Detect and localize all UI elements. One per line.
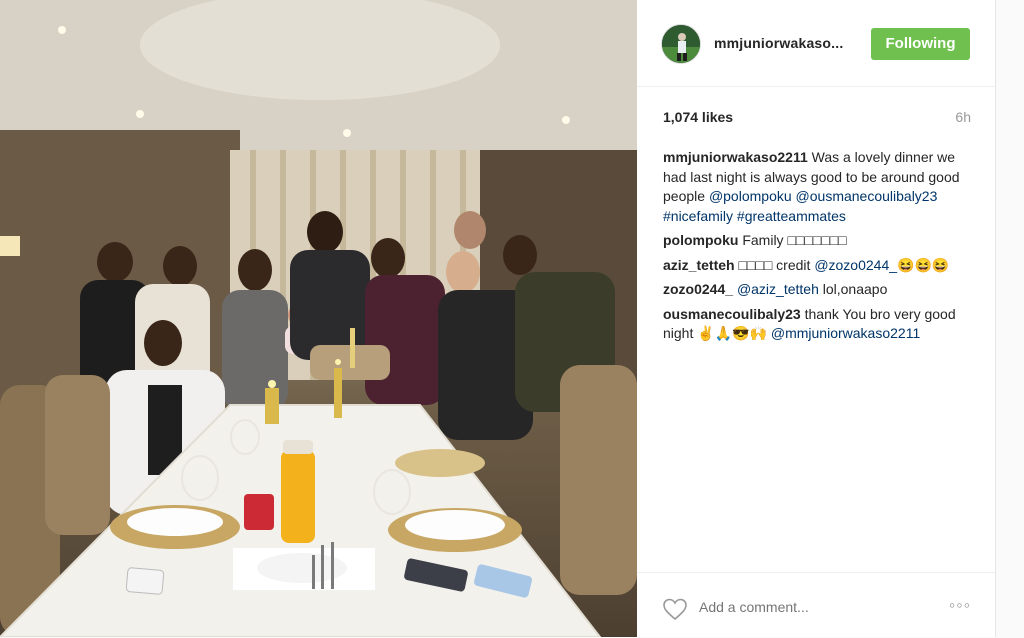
comment-caption: mmjuniorwakaso2211 Was a lovely dinner w… [663,148,975,226]
hashtag-link[interactable]: #greatteammates [737,208,846,224]
comment-text: □□□□ credit [734,256,815,273]
mention-link[interactable]: @ousmanecoulibaly23 [796,188,938,204]
post-side-panel: mmjuniorwakaso... Following 1,074 likes … [637,0,996,637]
comment-item: ousmanecoulibaly23 thank You bro very go… [663,305,975,344]
comment-user[interactable]: ousmanecoulibaly23 [663,306,801,322]
comment-user[interactable]: polompoku [663,232,738,248]
post-header: mmjuniorwakaso... Following [637,0,995,87]
dinner-photo-illustration [0,0,637,637]
comment-item: aziz_tetteh □□□□ credit @zozo0244_😆😆😆 [663,256,975,276]
post-username[interactable]: mmjuniorwakaso... [714,35,843,51]
page-background-margin [996,0,1024,637]
comment-text-tail: lol,onaapo [818,281,888,297]
hashtag-link[interactable]: #nicefamily [663,208,733,224]
comment-item: zozo0244_ @aziz_tetteh lol,onaapo [663,280,975,300]
post-time[interactable]: 6h [955,109,971,125]
avatar[interactable] [661,24,701,64]
heart-icon[interactable] [662,597,688,621]
mention-link[interactable]: @mmjuniorwakaso2211 [771,325,920,341]
mention-link[interactable]: @aziz_tetteh [737,281,819,297]
comment-user[interactable]: zozo0244_ [663,281,733,297]
comment-user[interactable]: mmjuniorwakaso2211 [663,149,808,165]
comment-text: Family □□□□□□□ [738,232,847,248]
post-photo[interactable] [0,0,637,637]
post-footer: ◦◦◦ [637,572,995,638]
following-button[interactable]: Following [871,28,970,60]
comment-item: polompoku Family □□□□□□□ [663,231,975,251]
add-comment-input[interactable] [699,599,899,615]
comment-user[interactable]: aziz_tetteh [663,257,735,273]
more-options-icon[interactable]: ◦◦◦ [949,595,971,616]
mention-link[interactable]: @polompoku [709,188,792,204]
comments-list: mmjuniorwakaso2211 Was a lovely dinner w… [663,148,975,349]
comment-emoji: 😆😆😆 [897,256,950,273]
avatar-image [662,25,700,63]
mention-link[interactable]: @zozo0244_ [814,257,897,273]
likes-count[interactable]: 1,074 likes [663,109,733,125]
